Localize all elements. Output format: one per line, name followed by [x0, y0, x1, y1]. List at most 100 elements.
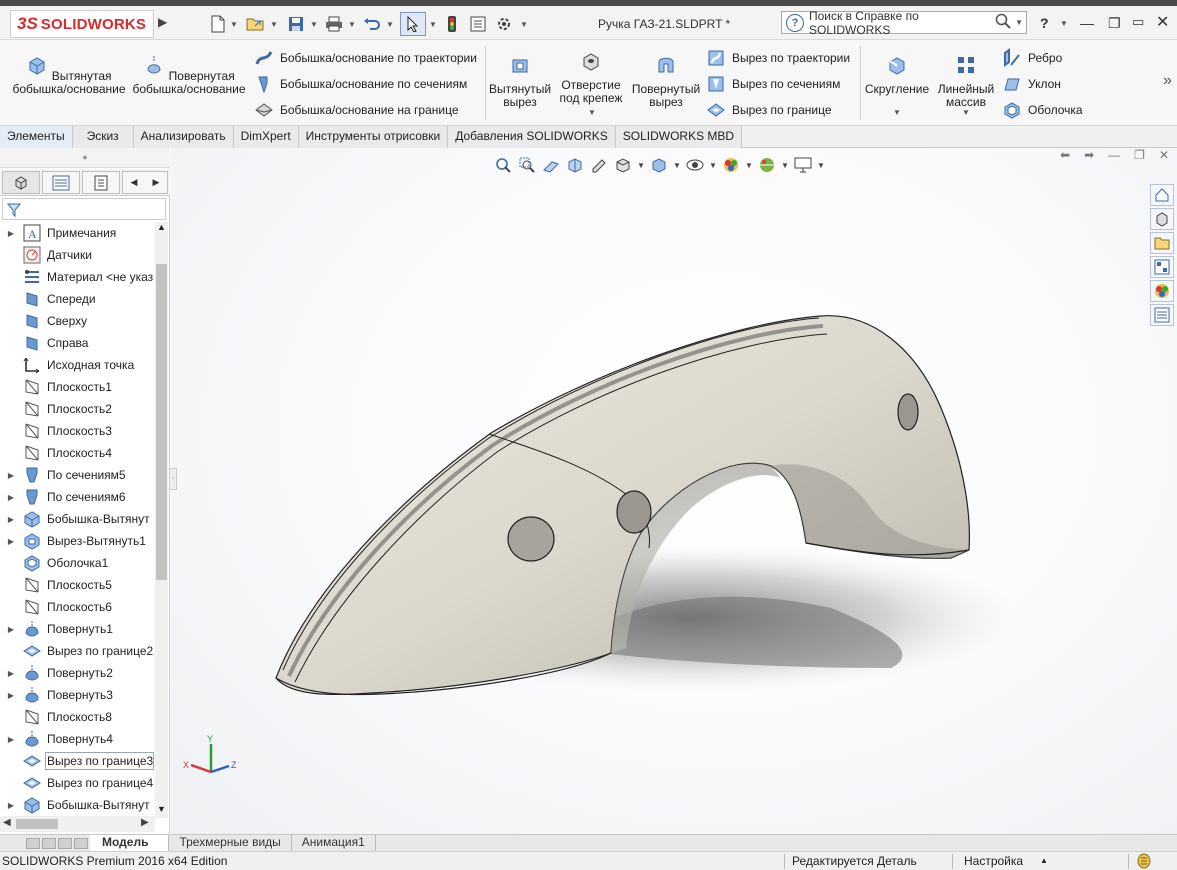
- menu-expand-icon[interactable]: ▶: [158, 15, 167, 29]
- expand-arrow-icon[interactable]: ▶: [4, 229, 18, 238]
- tab-model[interactable]: Модель: [90, 835, 170, 851]
- units-setting[interactable]: Настройка: [964, 852, 1023, 870]
- expand-arrow-icon[interactable]: ▶: [4, 625, 18, 634]
- save-dropdown-icon[interactable]: ▼: [310, 20, 318, 29]
- options-dropdown-icon[interactable]: ▼: [520, 20, 528, 29]
- help-button[interactable]: ?: [1040, 15, 1049, 31]
- expand-arrow-icon[interactable]: ▶: [4, 493, 18, 502]
- select-dropdown-icon[interactable]: ▼: [429, 20, 437, 29]
- save-icon[interactable]: [286, 14, 306, 34]
- tree-item[interactable]: Датчики: [0, 244, 155, 266]
- fillet-dropdown-icon[interactable]: ▼: [893, 108, 901, 117]
- tree-filter-input[interactable]: [2, 198, 166, 220]
- extruded-cut-button[interactable]: Вытянутый вырез: [488, 54, 552, 109]
- rebuild-traffic-light-icon[interactable]: [442, 14, 462, 34]
- tab-addins[interactable]: Добавления SOLIDWORKS: [448, 126, 616, 148]
- tree-item[interactable]: ▶ Повернуть2: [0, 662, 155, 684]
- tab-scroll-right-icon[interactable]: ▶: [153, 177, 160, 188]
- tree-item[interactable]: ▶ A Примечания: [0, 222, 155, 244]
- tree-item[interactable]: Плоскость8: [0, 706, 155, 728]
- property-manager-tab-icon[interactable]: [42, 171, 80, 194]
- hscroll-thumb[interactable]: [16, 819, 58, 829]
- tree-vertical-scrollbar[interactable]: ▲ ▼: [155, 222, 168, 818]
- swept-cut-button[interactable]: Вырез по траектории: [706, 48, 850, 68]
- tab-mbd[interactable]: SOLIDWORKS MBD: [615, 126, 743, 148]
- shell-button[interactable]: Оболочка: [1002, 100, 1083, 120]
- scroll-right-icon[interactable]: ▶: [141, 817, 149, 828]
- tree-item[interactable]: Исходная точка: [0, 354, 155, 376]
- minimize-icon[interactable]: —: [1080, 15, 1094, 31]
- tree-item[interactable]: ▶ Бобышка-Вытянут: [0, 508, 155, 530]
- tab-3d-views[interactable]: Трехмерные виды: [169, 835, 292, 851]
- hole-wizard-dropdown-icon[interactable]: ▼: [588, 108, 596, 117]
- expand-arrow-icon[interactable]: ▶: [4, 471, 18, 480]
- lofted-cut-button[interactable]: Вырез по сечениям: [706, 74, 840, 94]
- tab-scroll-left-icon[interactable]: ◀: [131, 177, 138, 188]
- tree-item[interactable]: Плоскость5: [0, 574, 155, 596]
- tree-item[interactable]: Спереди: [0, 288, 155, 310]
- tree-item[interactable]: ▶ По сечениям5: [0, 464, 155, 486]
- tab-analyze[interactable]: Анализировать: [133, 126, 234, 148]
- tree-item[interactable]: ▶ Повернуть4: [0, 728, 155, 750]
- solidworks-resources-home-icon[interactable]: [1150, 184, 1174, 206]
- feature-manager-tab-icon[interactable]: [2, 171, 40, 194]
- draft-button[interactable]: Уклон: [1002, 74, 1061, 94]
- design-library-icon[interactable]: [1150, 208, 1174, 230]
- tree-item[interactable]: ▶ Бобышка-Вытянут: [0, 794, 155, 816]
- boundary-cut-button[interactable]: Вырез по границе: [706, 100, 832, 120]
- linear-pattern-button[interactable]: Линейный массив: [934, 54, 998, 109]
- help-search-input[interactable]: ? Поиск в Справке по SOLIDWORKS ▼: [781, 9, 1027, 37]
- search-dropdown-icon[interactable]: ▼: [1015, 18, 1023, 27]
- view-palette-icon[interactable]: [1150, 256, 1174, 278]
- tree-item[interactable]: Справа: [0, 332, 155, 354]
- scroll-down-icon[interactable]: ▼: [157, 804, 166, 814]
- print-icon[interactable]: [324, 14, 344, 34]
- solidworks-logo[interactable]: 3S SOLIDWORKS: [10, 10, 154, 38]
- revolved-boss-button[interactable]: Повернутая бобышка/основание: [130, 54, 248, 96]
- open-folder-icon[interactable]: [246, 14, 266, 34]
- tree-item[interactable]: Плоскость1: [0, 376, 155, 398]
- file-properties-icon[interactable]: [468, 14, 488, 34]
- tree-item[interactable]: Вырез по границе4: [0, 772, 155, 794]
- ribbon-more-chevron-icon[interactable]: »: [1163, 72, 1172, 90]
- expand-arrow-icon[interactable]: ▶: [4, 669, 18, 678]
- tab-next-icon[interactable]: [58, 837, 72, 849]
- panel-collapse-handle[interactable]: ●: [0, 148, 170, 168]
- tab-last-icon[interactable]: [74, 837, 88, 849]
- options-gear-icon[interactable]: [494, 14, 514, 34]
- expand-arrow-icon[interactable]: ▶: [4, 515, 18, 524]
- part-model-view[interactable]: [171, 148, 1177, 850]
- custom-properties-icon[interactable]: [1150, 304, 1174, 326]
- expand-arrow-icon[interactable]: ▶: [4, 801, 18, 810]
- panel-tab-scroll[interactable]: ◀ ▶: [122, 171, 168, 194]
- hole-wizard-button[interactable]: Отверстие под крепеж: [556, 50, 626, 105]
- scroll-up-icon[interactable]: ▲: [157, 222, 166, 232]
- linear-pattern-dropdown-icon[interactable]: ▼: [962, 108, 970, 117]
- print-dropdown-icon[interactable]: ▼: [348, 20, 356, 29]
- tree-item[interactable]: Материал <не указ: [0, 266, 155, 288]
- tab-animation[interactable]: Анимация1: [292, 835, 376, 851]
- scroll-left-icon[interactable]: ◀: [3, 817, 11, 828]
- tree-item[interactable]: ▶ Повернуть1: [0, 618, 155, 640]
- help-dropdown-icon[interactable]: ▼: [1060, 19, 1068, 28]
- tree-item[interactable]: ▶ Вырез-Вытянуть1: [0, 530, 155, 552]
- tab-first-icon[interactable]: [26, 837, 40, 849]
- tree-item[interactable]: ▶ Повернуть3: [0, 684, 155, 706]
- tree-item[interactable]: Плоскость4: [0, 442, 155, 464]
- revolved-cut-button[interactable]: Повернутый вырез: [630, 54, 702, 109]
- fillet-button[interactable]: Скругление: [864, 54, 930, 96]
- graphics-area[interactable]: ▼ ▼ ▼ ▼ ▼ ▼ ⬅ ➡ — ❐ ✕ Y X Z ◦: [169, 148, 1177, 850]
- tab-dimxpert[interactable]: DimXpert: [233, 126, 299, 148]
- undo-dropdown-icon[interactable]: ▼: [386, 20, 394, 29]
- scroll-thumb[interactable]: [156, 264, 167, 580]
- tree-item[interactable]: ▶ По сечениям6: [0, 486, 155, 508]
- search-icon[interactable]: [995, 13, 1011, 32]
- tab-elements[interactable]: Элементы: [0, 126, 73, 148]
- tree-item[interactable]: Оболочка1: [0, 552, 155, 574]
- extruded-boss-button[interactable]: Вытянутая бобышка/основание: [10, 54, 128, 96]
- tree-item[interactable]: Сверху: [0, 310, 155, 332]
- undo-icon[interactable]: [362, 14, 382, 34]
- open-dropdown-icon[interactable]: ▼: [270, 20, 278, 29]
- expand-arrow-icon[interactable]: ▶: [4, 537, 18, 546]
- boundary-boss-button[interactable]: Бобышка/основание на границе: [254, 100, 459, 120]
